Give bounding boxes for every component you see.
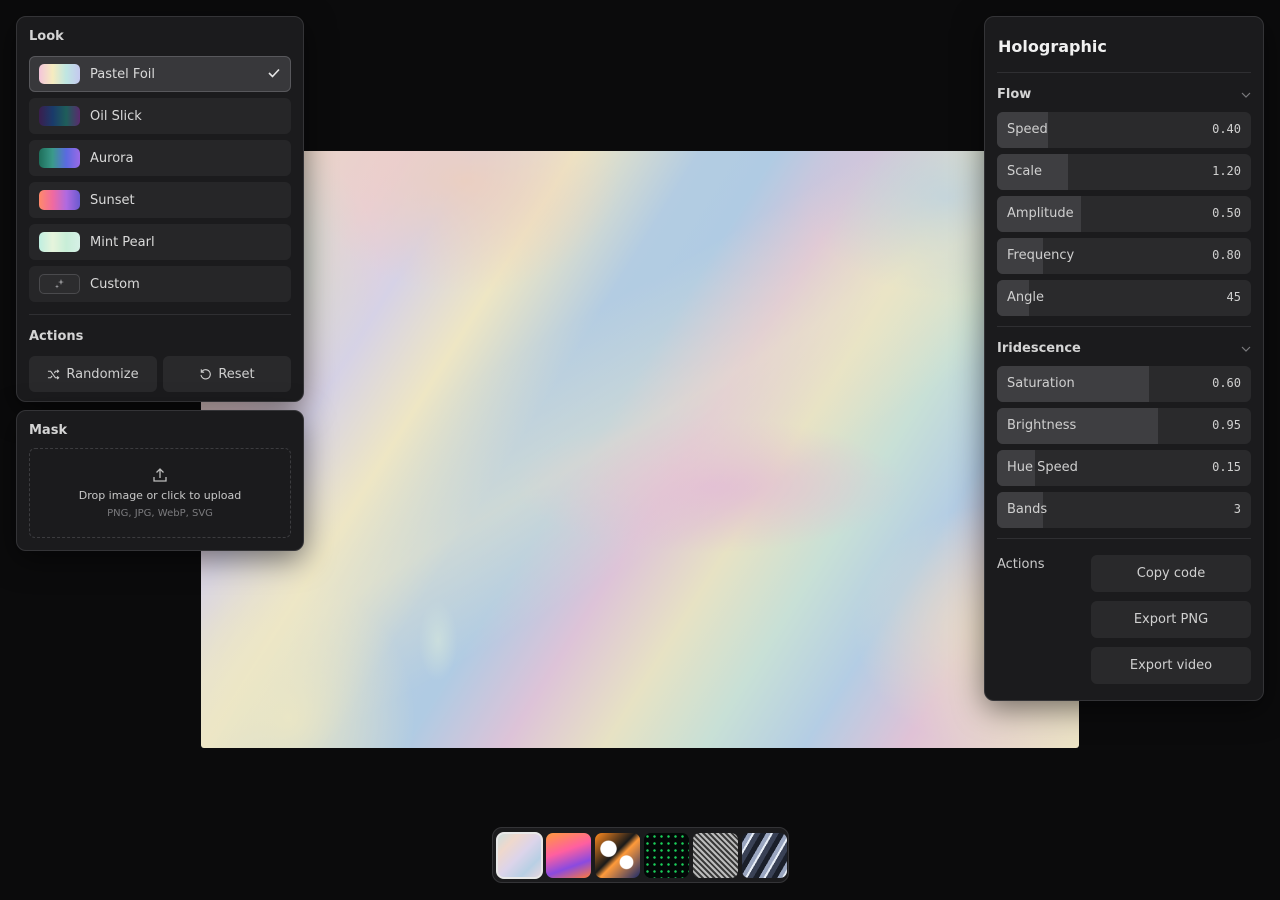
oil-slick-swatch-icon xyxy=(39,106,80,126)
divider xyxy=(29,314,291,315)
slider-scale[interactable]: Scale 1.20 xyxy=(997,154,1251,190)
preset-strip xyxy=(492,827,789,883)
slider-value: 3 xyxy=(1233,502,1241,516)
look-item-mint-pearl[interactable]: Mint Pearl xyxy=(29,224,291,260)
look-title: Look xyxy=(29,29,64,44)
randomize-label: Randomize xyxy=(66,366,139,382)
slider-hue-speed[interactable]: Hue Speed 0.15 xyxy=(997,450,1251,486)
iridescence-title: Iridescence xyxy=(997,340,1081,356)
look-item-sunset[interactable]: Sunset xyxy=(29,182,291,218)
look-item-pastel-foil[interactable]: Pastel Foil xyxy=(29,56,291,92)
reset-icon xyxy=(200,368,212,379)
drop-text: Drop image or click to upload xyxy=(78,489,242,502)
slider-label: Brightness xyxy=(1007,418,1077,433)
mask-dropzone[interactable]: Drop image or click to upload PNG, JPG, … xyxy=(29,448,291,538)
look-item-label: Sunset xyxy=(90,192,135,208)
reset-label: Reset xyxy=(218,366,255,382)
mask-panel: Mask Drop image or click to upload PNG, … xyxy=(16,410,304,551)
slider-value: 0.15 xyxy=(1212,460,1241,474)
flow-title: Flow xyxy=(997,86,1032,102)
sunset-swatch-icon xyxy=(39,190,80,210)
slider-speed[interactable]: Speed 0.40 xyxy=(997,112,1251,148)
look-item-oil-slick[interactable]: Oil Slick xyxy=(29,98,291,134)
shuffle-icon xyxy=(48,368,60,380)
chevron-down-icon xyxy=(1241,88,1251,101)
slider-frequency[interactable]: Frequency 0.80 xyxy=(997,238,1251,274)
slider-label: Frequency xyxy=(1007,248,1075,263)
pastel-foil-swatch-icon xyxy=(39,64,80,84)
look-item-label: Mint Pearl xyxy=(90,234,155,250)
noise-grain-preset[interactable] xyxy=(693,832,738,878)
slider-saturation[interactable]: Saturation 0.60 xyxy=(997,366,1251,402)
drop-formats: PNG, JPG, WebP, SVG xyxy=(107,508,213,519)
slider-label: Scale xyxy=(1007,164,1042,179)
slider-amplitude[interactable]: Amplitude 0.50 xyxy=(997,196,1251,232)
iridescence-group-header[interactable]: Iridescence xyxy=(997,340,1251,356)
slider-angle[interactable]: Angle 45 xyxy=(997,280,1251,316)
flow-sliders: Speed 0.40 Scale 1.20 Amplitude 0.50 Frequency… xyxy=(997,112,1251,316)
export-video-button[interactable]: Export video xyxy=(1091,647,1251,684)
look-item-aurora[interactable]: Aurora xyxy=(29,140,291,176)
slider-label: Amplitude xyxy=(1007,206,1074,221)
iridescence-sliders: Saturation 0.60 Brightness 0.95 Hue Speed 0.1… xyxy=(997,366,1251,528)
sunset-blob-preset[interactable] xyxy=(546,832,591,878)
slider-value: 0.60 xyxy=(1212,376,1241,390)
slider-bands[interactable]: Bands 3 xyxy=(997,492,1251,528)
slider-value: 0.95 xyxy=(1212,418,1241,432)
look-panel: Look Pastel Foil Oil Slick Aurora Sunset… xyxy=(16,16,304,402)
panel-title: Holographic xyxy=(998,37,1107,56)
export-actions: Actions Copy code Export PNG Export vide… xyxy=(997,555,1251,684)
divider xyxy=(997,72,1251,73)
copy-code-button[interactable]: Copy code xyxy=(1091,555,1251,592)
chevron-down-icon xyxy=(1241,342,1251,355)
chrome-wave-preset[interactable] xyxy=(742,832,787,878)
divider xyxy=(997,538,1251,539)
liquid-metal-preset[interactable] xyxy=(595,832,640,878)
slider-label: Bands xyxy=(1007,502,1048,517)
sparkle-icon xyxy=(39,274,80,294)
reset-button[interactable]: Reset xyxy=(163,356,291,392)
slider-value: 0.50 xyxy=(1212,206,1241,220)
slider-brightness[interactable]: Brightness 0.95 xyxy=(997,408,1251,444)
mint-pearl-swatch-icon xyxy=(39,232,80,252)
slider-label: Speed xyxy=(1007,122,1048,137)
flow-group-header[interactable]: Flow xyxy=(997,86,1251,102)
holographic-canvas[interactable] xyxy=(201,151,1079,748)
slider-value: 1.20 xyxy=(1212,164,1241,178)
mask-title: Mask xyxy=(29,423,68,438)
slider-value: 0.80 xyxy=(1212,248,1241,262)
slider-label: Angle xyxy=(1007,290,1044,305)
slider-label: Hue Speed xyxy=(1007,460,1078,475)
look-item-custom[interactable]: Custom xyxy=(29,266,291,302)
look-item-label: Oil Slick xyxy=(90,108,142,124)
look-item-label: Custom xyxy=(90,276,140,292)
divider xyxy=(997,326,1251,327)
look-item-label: Pastel Foil xyxy=(90,66,156,82)
export-png-button[interactable]: Export PNG xyxy=(1091,601,1251,638)
aurora-swatch-icon xyxy=(39,148,80,168)
holographic-panel: Holographic Flow Speed 0.40 Scale 1.20 Ampli… xyxy=(984,16,1264,701)
pastel-foil-preset[interactable] xyxy=(496,831,543,879)
look-item-label: Aurora xyxy=(90,150,134,166)
slider-value: 45 xyxy=(1226,290,1241,304)
upload-icon xyxy=(153,468,167,482)
slider-label: Saturation xyxy=(1007,376,1075,391)
actions-title: Actions xyxy=(29,329,84,344)
slider-value: 0.40 xyxy=(1212,122,1241,136)
randomize-button[interactable]: Randomize xyxy=(29,356,157,392)
check-icon xyxy=(268,67,280,82)
actions-label: Actions xyxy=(997,557,1045,572)
matrix-dots-preset[interactable] xyxy=(644,832,689,878)
actions-row: Randomize Reset xyxy=(29,356,291,392)
